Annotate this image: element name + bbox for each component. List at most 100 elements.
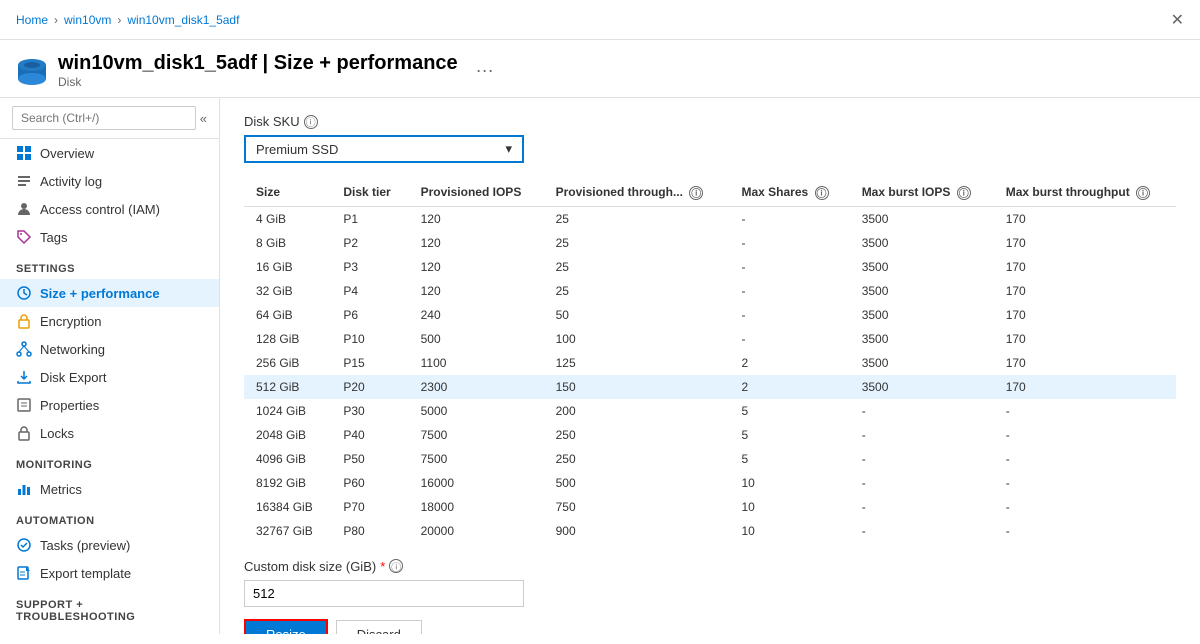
cell-size: 32 GiB [244,279,331,303]
cell-throughput: 250 [544,423,730,447]
export-template-icon [16,565,32,581]
settings-section-label: Settings [0,251,219,279]
sidebar-search-area: « [0,98,219,139]
sidebar-item-encryption[interactable]: Encryption [0,307,219,335]
cell-burst-throughput: - [994,399,1176,423]
cell-disk-tier: P20 [331,375,408,399]
throughput-info-icon[interactable]: ⓘ [689,186,703,200]
col-provisioned-iops: Provisioned IOPS [409,179,544,206]
cell-disk-tier: P3 [331,255,408,279]
disk-export-icon [16,369,32,385]
breadcrumb-disk[interactable]: win10vm_disk1_5adf [127,13,239,27]
cell-max-shares: 5 [729,423,849,447]
burst-throughput-info-icon[interactable]: ⓘ [1136,186,1150,200]
disk-sku-info-icon[interactable]: ⓘ [304,115,318,129]
sidebar-item-locks[interactable]: Locks [0,419,219,447]
sidebar-item-disk-export[interactable]: Disk Export [0,363,219,391]
sidebar-item-new-support[interactable]: ? New support request [0,627,219,634]
close-button[interactable]: ✕ [1171,10,1184,30]
cell-max-shares: - [729,303,849,327]
cell-disk-tier: P1 [331,206,408,231]
cell-burst-throughput: - [994,447,1176,471]
cell-throughput: 150 [544,375,730,399]
cell-size: 512 GiB [244,375,331,399]
cell-throughput: 125 [544,351,730,375]
col-max-burst-throughput: Max burst throughput ⓘ [994,179,1176,206]
breadcrumb-vm[interactable]: win10vm [64,13,111,27]
table-row[interactable]: 32 GiB P4 120 25 - 3500 170 [244,279,1176,303]
cell-disk-tier: P50 [331,447,408,471]
cell-provisioned-iops: 7500 [409,447,544,471]
cell-burst-iops: 3500 [850,351,994,375]
tags-icon [16,229,32,245]
sidebar-item-tags[interactable]: Tags [0,223,219,251]
breadcrumb-home[interactable]: Home [16,13,48,27]
cell-burst-iops: - [850,399,994,423]
sidebar-item-overview[interactable]: Overview [0,139,219,167]
table-row[interactable]: 4096 GiB P50 7500 250 5 - - [244,447,1176,471]
table-row[interactable]: 128 GiB P10 500 100 - 3500 170 [244,327,1176,351]
search-input[interactable] [12,106,196,130]
cell-throughput: 50 [544,303,730,327]
table-row[interactable]: 64 GiB P6 240 50 - 3500 170 [244,303,1176,327]
sidebar-item-label: Tasks (preview) [40,538,130,553]
sidebar-item-access-control[interactable]: Access control (IAM) [0,195,219,223]
table-row[interactable]: 8192 GiB P60 16000 500 10 - - [244,471,1176,495]
sidebar-item-export-template[interactable]: Export template [0,559,219,587]
sidebar-item-properties[interactable]: Properties [0,391,219,419]
sidebar-item-label: Overview [40,146,94,161]
support-icon: ? [16,633,32,634]
table-row[interactable]: 512 GiB P20 2300 150 2 3500 170 [244,375,1176,399]
sidebar-item-tasks[interactable]: Tasks (preview) [0,531,219,559]
cell-disk-tier: P70 [331,495,408,519]
table-row[interactable]: 16384 GiB P70 18000 750 10 - - [244,495,1176,519]
sidebar-item-label: Locks [40,426,74,441]
support-section-label: Support + troubleshooting [0,587,219,627]
cell-size: 64 GiB [244,303,331,327]
sku-dropdown[interactable]: Premium SSD ▾ [244,135,524,163]
burst-iops-info-icon[interactable]: ⓘ [957,186,971,200]
disk-icon [16,55,48,87]
cell-burst-throughput: 170 [994,231,1176,255]
resource-header: win10vm_disk1_5adf | Size + performance … [0,40,1200,98]
tasks-icon [16,537,32,553]
cell-burst-iops: - [850,519,994,543]
cell-burst-iops: 3500 [850,279,994,303]
table-row[interactable]: 1024 GiB P30 5000 200 5 - - [244,399,1176,423]
cell-max-shares: - [729,231,849,255]
discard-button[interactable]: Discard [336,620,422,634]
top-bar: Home › win10vm › win10vm_disk1_5adf ✕ [0,0,1200,40]
cell-burst-throughput: 170 [994,279,1176,303]
resize-button[interactable]: Resize [244,619,328,634]
shares-info-icon[interactable]: ⓘ [815,186,829,200]
more-options-button[interactable]: ··· [476,60,494,81]
col-disk-tier: Disk tier [331,179,408,206]
table-row[interactable]: 256 GiB P15 1100 125 2 3500 170 [244,351,1176,375]
table-row[interactable]: 16 GiB P3 120 25 - 3500 170 [244,255,1176,279]
col-max-shares: Max Shares ⓘ [729,179,849,206]
sidebar-item-metrics[interactable]: Metrics [0,475,219,503]
custom-size-input[interactable] [244,580,524,607]
sidebar-item-activity-log[interactable]: Activity log [0,167,219,195]
sku-value: Premium SSD [256,142,338,157]
cell-burst-iops: - [850,447,994,471]
collapse-button[interactable]: « [200,111,207,126]
cell-throughput: 25 [544,279,730,303]
table-row[interactable]: 4 GiB P1 120 25 - 3500 170 [244,206,1176,231]
cell-burst-throughput: 170 [994,351,1176,375]
table-row[interactable]: 8 GiB P2 120 25 - 3500 170 [244,231,1176,255]
table-row[interactable]: 32767 GiB P80 20000 900 10 - - [244,519,1176,543]
cell-disk-tier: P4 [331,279,408,303]
sidebar-item-label: Export template [40,566,131,581]
sidebar-item-size-performance[interactable]: Size + performance [0,279,219,307]
table-row[interactable]: 2048 GiB P40 7500 250 5 - - [244,423,1176,447]
cell-burst-throughput: 170 [994,255,1176,279]
cell-size: 16 GiB [244,255,331,279]
custom-size-info-icon[interactable]: ⓘ [389,559,403,573]
cell-burst-iops: - [850,423,994,447]
cell-disk-tier: P2 [331,231,408,255]
cell-throughput: 25 [544,206,730,231]
cell-max-shares: 2 [729,375,849,399]
sidebar-item-label: Metrics [40,482,82,497]
sidebar-item-networking[interactable]: Networking [0,335,219,363]
